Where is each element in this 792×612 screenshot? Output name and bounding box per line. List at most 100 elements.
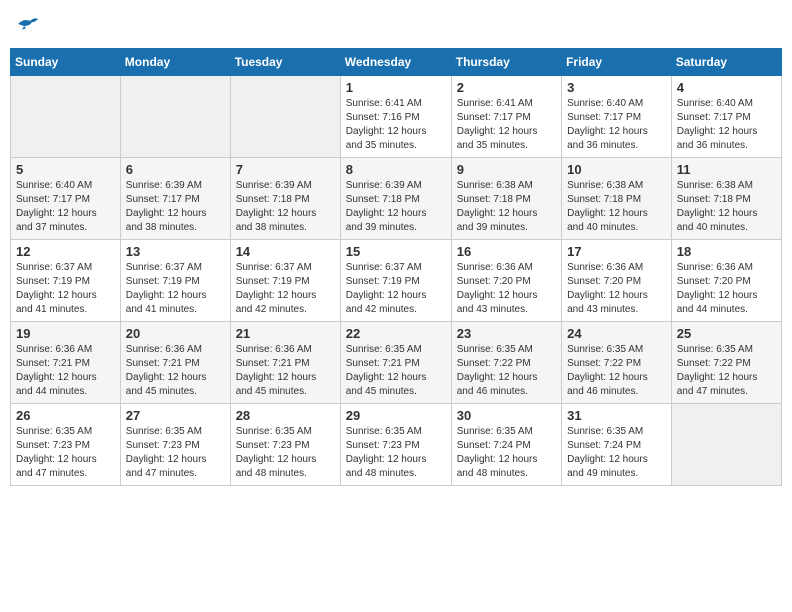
calendar-cell: 23 Sunrise: 6:35 AM Sunset: 7:22 PM Dayli… — [451, 322, 561, 404]
page-header — [10, 10, 782, 40]
day-info: Sunrise: 6:36 AM Sunset: 7:21 PM Dayligh… — [236, 343, 335, 399]
day-info: Sunrise: 6:40 AM Sunset: 7:17 PM Dayligh… — [677, 97, 776, 153]
day-number: 23 — [457, 326, 556, 341]
day-info: Sunrise: 6:40 AM Sunset: 7:17 PM Dayligh… — [567, 97, 666, 153]
day-number: 28 — [236, 408, 335, 423]
calendar-cell — [11, 76, 121, 158]
calendar-cell: 1Sunrise: 6:41 AM Sunset: 7:16 PM Daylig… — [340, 76, 451, 158]
day-info: Sunrise: 6:36 AM Sunset: 7:20 PM Dayligh… — [567, 261, 666, 317]
calendar-cell: 30 Sunrise: 6:35 AM Sunset: 7:24 PM Dayli… — [451, 404, 561, 486]
day-number: 21 — [236, 326, 335, 341]
day-header-tuesday: Tuesday — [230, 49, 340, 76]
calendar-cell: 10Sunrise: 6:38 AM Sunset: 7:18 PM Dayli… — [562, 158, 672, 240]
calendar-cell: 29 Sunrise: 6:35 AM Sunset: 7:23 PM Dayli… — [340, 404, 451, 486]
day-number: 30 — [457, 408, 556, 423]
calendar-cell: 27 Sunrise: 6:35 AM Sunset: 7:23 PM Dayli… — [120, 404, 230, 486]
day-number: 18 — [677, 244, 776, 259]
day-number: 24 — [567, 326, 666, 341]
day-info: Sunrise: 6:35 AM Sunset: 7:22 PM Dayligh… — [567, 343, 666, 399]
day-number: 5 — [16, 162, 115, 177]
day-number: 3 — [567, 80, 666, 95]
calendar-cell: 7Sunrise: 6:39 AM Sunset: 7:18 PM Daylig… — [230, 158, 340, 240]
calendar-cell: 11Sunrise: 6:38 AM Sunset: 7:18 PM Dayli… — [671, 158, 781, 240]
calendar-cell: 20 Sunrise: 6:36 AM Sunset: 7:21 PM Dayli… — [120, 322, 230, 404]
day-number: 13 — [126, 244, 225, 259]
day-number: 16 — [457, 244, 556, 259]
day-number: 29 — [346, 408, 446, 423]
day-info: Sunrise: 6:37 AM Sunset: 7:19 PM Dayligh… — [236, 261, 335, 317]
day-info: Sunrise: 6:36 AM Sunset: 7:21 PM Dayligh… — [16, 343, 115, 399]
calendar-header-row: SundayMondayTuesdayWednesdayThursdayFrid… — [11, 49, 782, 76]
calendar-cell — [230, 76, 340, 158]
day-number: 12 — [16, 244, 115, 259]
day-number: 9 — [457, 162, 556, 177]
calendar-cell: 25 Sunrise: 6:35 AM Sunset: 7:22 PM Dayli… — [671, 322, 781, 404]
day-info: Sunrise: 6:37 AM Sunset: 7:19 PM Dayligh… — [126, 261, 225, 317]
day-info: Sunrise: 6:35 AM Sunset: 7:23 PM Dayligh… — [236, 425, 335, 481]
day-info: Sunrise: 6:35 AM Sunset: 7:23 PM Dayligh… — [126, 425, 225, 481]
calendar-table: SundayMondayTuesdayWednesdayThursdayFrid… — [10, 48, 782, 486]
day-info: Sunrise: 6:36 AM Sunset: 7:20 PM Dayligh… — [457, 261, 556, 317]
day-number: 8 — [346, 162, 446, 177]
calendar-cell: 26 Sunrise: 6:35 AM Sunset: 7:23 PM Dayli… — [11, 404, 121, 486]
calendar-cell: 12Sunrise: 6:37 AM Sunset: 7:19 PM Dayli… — [11, 240, 121, 322]
day-info: Sunrise: 6:36 AM Sunset: 7:21 PM Dayligh… — [126, 343, 225, 399]
day-info: Sunrise: 6:36 AM Sunset: 7:20 PM Dayligh… — [677, 261, 776, 317]
day-info: Sunrise: 6:35 AM Sunset: 7:22 PM Dayligh… — [457, 343, 556, 399]
calendar-cell: 9 Sunrise: 6:38 AM Sunset: 7:18 PM Daylig… — [451, 158, 561, 240]
day-header-friday: Friday — [562, 49, 672, 76]
calendar-cell: 17 Sunrise: 6:36 AM Sunset: 7:20 PM Dayli… — [562, 240, 672, 322]
day-number: 10 — [567, 162, 666, 177]
day-number: 19 — [16, 326, 115, 341]
calendar-cell: 28 Sunrise: 6:35 AM Sunset: 7:23 PM Dayli… — [230, 404, 340, 486]
calendar-cell: 2 Sunrise: 6:41 AM Sunset: 7:17 PM Daylig… — [451, 76, 561, 158]
day-number: 2 — [457, 80, 556, 95]
calendar-cell: 4 Sunrise: 6:40 AM Sunset: 7:17 PM Daylig… — [671, 76, 781, 158]
day-info: Sunrise: 6:35 AM Sunset: 7:24 PM Dayligh… — [457, 425, 556, 481]
day-info: Sunrise: 6:35 AM Sunset: 7:23 PM Dayligh… — [346, 425, 446, 481]
day-info: Sunrise: 6:41 AM Sunset: 7:17 PM Dayligh… — [457, 97, 556, 153]
week-row-1: 1Sunrise: 6:41 AM Sunset: 7:16 PM Daylig… — [11, 76, 782, 158]
calendar-cell — [671, 404, 781, 486]
week-row-2: 5 Sunrise: 6:40 AM Sunset: 7:17 PM Daylig… — [11, 158, 782, 240]
calendar-body: 1Sunrise: 6:41 AM Sunset: 7:16 PM Daylig… — [11, 76, 782, 486]
calendar-cell: 31Sunrise: 6:35 AM Sunset: 7:24 PM Dayli… — [562, 404, 672, 486]
calendar-cell — [120, 76, 230, 158]
day-number: 25 — [677, 326, 776, 341]
day-number: 27 — [126, 408, 225, 423]
day-number: 15 — [346, 244, 446, 259]
day-info: Sunrise: 6:38 AM Sunset: 7:18 PM Dayligh… — [457, 179, 556, 235]
day-number: 26 — [16, 408, 115, 423]
calendar-cell: 6 Sunrise: 6:39 AM Sunset: 7:17 PM Daylig… — [120, 158, 230, 240]
calendar-cell: 21 Sunrise: 6:36 AM Sunset: 7:21 PM Dayli… — [230, 322, 340, 404]
week-row-4: 19 Sunrise: 6:36 AM Sunset: 7:21 PM Dayli… — [11, 322, 782, 404]
day-header-sunday: Sunday — [11, 49, 121, 76]
calendar-cell: 14 Sunrise: 6:37 AM Sunset: 7:19 PM Dayli… — [230, 240, 340, 322]
day-info: Sunrise: 6:40 AM Sunset: 7:17 PM Dayligh… — [16, 179, 115, 235]
day-number: 17 — [567, 244, 666, 259]
day-number: 6 — [126, 162, 225, 177]
day-info: Sunrise: 6:37 AM Sunset: 7:19 PM Dayligh… — [346, 261, 446, 317]
day-info: Sunrise: 6:39 AM Sunset: 7:17 PM Dayligh… — [126, 179, 225, 235]
day-number: 7 — [236, 162, 335, 177]
calendar-cell: 13 Sunrise: 6:37 AM Sunset: 7:19 PM Dayli… — [120, 240, 230, 322]
day-number: 4 — [677, 80, 776, 95]
day-header-wednesday: Wednesday — [340, 49, 451, 76]
calendar-cell: 3 Sunrise: 6:40 AM Sunset: 7:17 PM Daylig… — [562, 76, 672, 158]
logo-bird-icon — [16, 16, 38, 34]
day-info: Sunrise: 6:39 AM Sunset: 7:18 PM Dayligh… — [346, 179, 446, 235]
week-row-3: 12 Sunrise: 6:37 AM Sunset: 7:19 PM Dayli… — [11, 240, 782, 322]
day-number: 14 — [236, 244, 335, 259]
calendar-cell: 16 Sunrise: 6:36 AM Sunset: 7:20 PM Dayli… — [451, 240, 561, 322]
calendar-cell: 24 Sunrise: 6:35 AM Sunset: 7:22 PM Dayli… — [562, 322, 672, 404]
day-number: 22 — [346, 326, 446, 341]
logo — [14, 16, 38, 34]
day-number: 20 — [126, 326, 225, 341]
day-number: 11 — [677, 162, 776, 177]
day-info: Sunrise: 6:35 AM Sunset: 7:21 PM Dayligh… — [346, 343, 446, 399]
day-info: Sunrise: 6:35 AM Sunset: 7:23 PM Dayligh… — [16, 425, 115, 481]
week-row-5: 26 Sunrise: 6:35 AM Sunset: 7:23 PM Dayli… — [11, 404, 782, 486]
day-number: 31 — [567, 408, 666, 423]
day-info: Sunrise: 6:35 AM Sunset: 7:22 PM Dayligh… — [677, 343, 776, 399]
day-header-thursday: Thursday — [451, 49, 561, 76]
